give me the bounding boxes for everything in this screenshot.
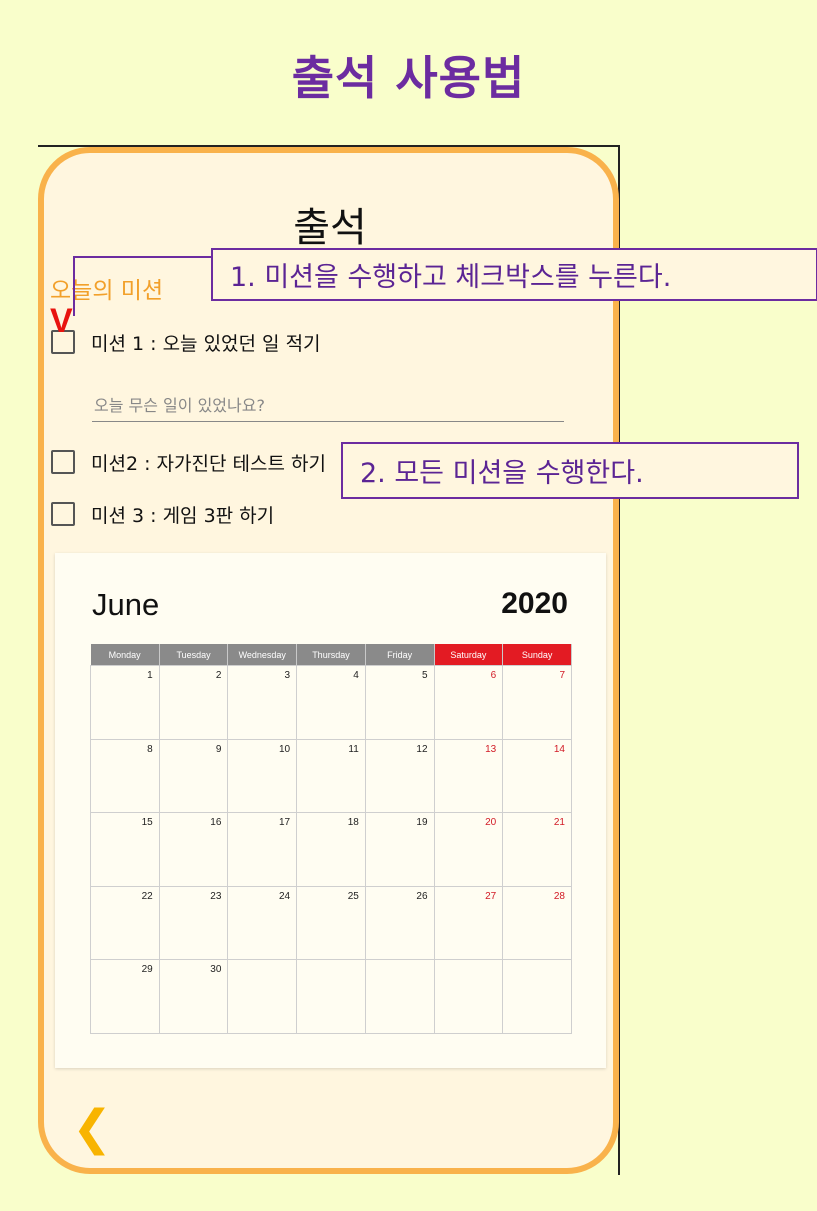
callout-step-2: 2. 모든 미션을 수행한다. (341, 442, 799, 499)
weekday-header: Saturday (434, 644, 504, 666)
mission-1-label: 미션 1 : 오늘 있었던 일 적기 (91, 333, 321, 355)
calendar-day: 25 (296, 885, 366, 961)
weekday-header: Tuesday (159, 644, 229, 666)
calendar-day: 16 (158, 812, 229, 887)
calendar-day: 21 (502, 812, 572, 887)
mission-2-label: 미션2 : 자가진단 테스트 하기 (91, 453, 326, 475)
calendar-day: 9 (158, 738, 229, 814)
callout-step-1: 1. 미션을 수행하고 체크박스를 누른다. (211, 248, 817, 301)
calendar-day: 22 (90, 885, 160, 961)
weekday-header: Wednesday (227, 644, 298, 666)
calendar-day (296, 959, 366, 1034)
calendar-day: 10 (227, 738, 298, 814)
attendance-title: 출석 (293, 205, 367, 251)
calendar-week: 1 2 3 4 5 6 7 (90, 665, 572, 740)
calendar-day (227, 959, 298, 1034)
calendar-day: 6 (433, 665, 504, 740)
calendar-day: 23 (158, 885, 229, 961)
calendar-day (433, 959, 504, 1034)
todays-mission-heading: 오늘의 미션 (50, 278, 164, 304)
weekday-header: Friday (365, 644, 435, 666)
calendar-day: 27 (433, 885, 504, 961)
calendar-day: 20 (433, 812, 504, 887)
page-title: 출석 사용법 (291, 51, 526, 105)
calendar-day: 1 (90, 665, 160, 740)
mission-3-label: 미션 3 : 게임 3판 하기 (91, 505, 275, 527)
calendar-day (502, 959, 572, 1034)
mission-2-checkbox[interactable] (51, 450, 75, 474)
calendar-day: 2 (158, 665, 229, 740)
calendar-day: 17 (227, 812, 298, 887)
calendar-day: 30 (158, 959, 229, 1034)
callout-connector (73, 256, 213, 258)
mission-3-checkbox[interactable] (51, 502, 75, 526)
calendar-month: June (92, 587, 160, 622)
calendar-day: 7 (502, 665, 572, 740)
calendar-day: 12 (364, 738, 435, 814)
calendar-day: 11 (296, 738, 366, 814)
calendar-day: 18 (296, 812, 366, 887)
calendar-day: 5 (364, 665, 435, 740)
calendar-week: 22 23 24 25 26 27 28 (90, 885, 572, 961)
weekday-header: Thursday (296, 644, 366, 666)
calendar-year: 2020 (501, 587, 568, 620)
weekday-header-row: Monday Tuesday Wednesday Thursday Friday… (90, 644, 572, 666)
calendar-week: 15 16 17 18 19 20 21 (90, 812, 572, 887)
calendar-day: 28 (502, 885, 572, 961)
callout-connector-vertical (73, 256, 75, 316)
calendar-day: 4 (296, 665, 366, 740)
calendar-day: 3 (227, 665, 298, 740)
weekday-header: Sunday (502, 644, 572, 666)
calendar-day: 14 (502, 738, 572, 814)
calendar-day (364, 959, 435, 1034)
calendar-day: 29 (90, 959, 160, 1034)
calendar-week: 29 30 (90, 959, 572, 1034)
calendar-grid: Monday Tuesday Wednesday Thursday Friday… (90, 644, 572, 1034)
calendar-day: 15 (90, 812, 160, 887)
calendar-day: 24 (227, 885, 298, 961)
chevron-left-icon[interactable]: ❮ (72, 1104, 112, 1152)
calendar-day: 8 (90, 738, 160, 814)
mission-1-answer-input[interactable] (92, 390, 564, 422)
calendar-day: 19 (364, 812, 435, 887)
calendar-day: 26 (364, 885, 435, 961)
calendar-image: June 2020 Monday Tuesday Wednesday Thurs… (55, 553, 606, 1068)
check-mark-icon: V (50, 302, 73, 340)
calendar-day: 13 (433, 738, 504, 814)
calendar-week: 8 9 10 11 12 13 14 (90, 738, 572, 814)
weekday-header: Monday (90, 644, 160, 666)
